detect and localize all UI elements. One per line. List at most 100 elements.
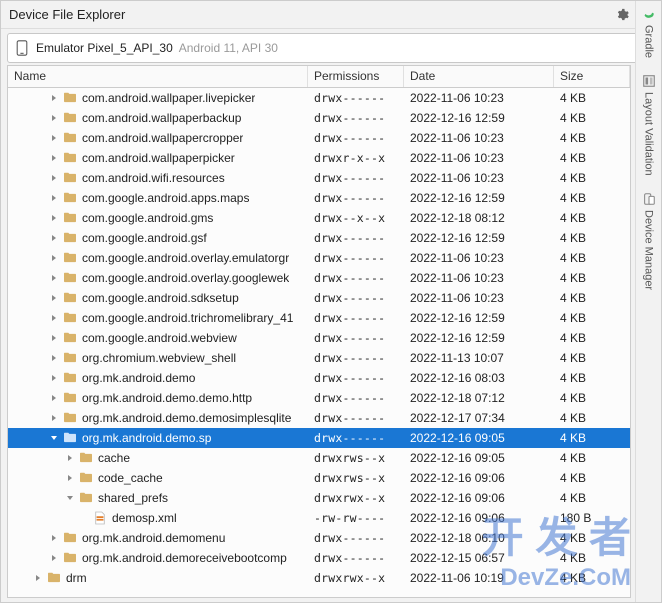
table-row[interactable]: drmdrwxrwx--x2022-11-06 10:194 KB	[8, 568, 630, 588]
device-selector[interactable]: Emulator Pixel_5_API_30 Android 11, API …	[7, 33, 655, 63]
chevron-right-icon[interactable]	[48, 292, 60, 304]
chevron-right-icon[interactable]	[48, 272, 60, 284]
size: 4 KB	[554, 91, 630, 105]
size: 4 KB	[554, 451, 630, 465]
chevron-down-icon[interactable]	[48, 432, 60, 444]
table-row[interactable]: com.google.android.webviewdrwx------2022…	[8, 328, 630, 348]
chevron-down-icon[interactable]	[64, 492, 76, 504]
chevron-right-icon[interactable]	[64, 452, 76, 464]
chevron-right-icon[interactable]	[48, 392, 60, 404]
date: 2022-12-16 12:59	[404, 331, 554, 345]
date: 2022-12-16 09:05	[404, 431, 554, 445]
size: 4 KB	[554, 491, 630, 505]
file-name: org.mk.android.demoreceivebootcomp	[82, 551, 287, 565]
table-row[interactable]: com.android.wallpaper.livepickerdrwx----…	[8, 88, 630, 108]
file-name: com.android.wallpaperbackup	[82, 111, 241, 125]
folder-icon	[62, 291, 78, 305]
col-name[interactable]: Name	[8, 66, 308, 87]
chevron-right-icon[interactable]	[64, 472, 76, 484]
permissions: drwx------	[308, 411, 404, 425]
chevron-right-icon[interactable]	[48, 112, 60, 124]
chevron-right-icon[interactable]	[48, 172, 60, 184]
chevron-right-icon[interactable]	[48, 532, 60, 544]
date: 2022-11-06 10:23	[404, 151, 554, 165]
table-row[interactable]: com.android.wallpaperpickerdrwxr-x--x202…	[8, 148, 630, 168]
table-row[interactable]: org.chromium.webview_shelldrwx------2022…	[8, 348, 630, 368]
folder-icon	[62, 331, 78, 345]
tab-layout-validation[interactable]: Layout Validation	[642, 74, 656, 176]
folder-icon	[62, 551, 78, 565]
file-icon	[94, 511, 108, 525]
permissions: drwx------	[308, 111, 404, 125]
device-sublabel: Android 11, API 30	[179, 41, 278, 55]
table-row[interactable]: shared_prefsdrwxrwx--x2022-12-16 09:064 …	[8, 488, 630, 508]
chevron-right-icon[interactable]	[48, 372, 60, 384]
file-name: com.google.android.trichromelibrary_41	[82, 311, 293, 325]
permissions: drwxrws--x	[308, 451, 404, 465]
folder-icon	[62, 171, 78, 185]
chevron-right-icon[interactable]	[48, 192, 60, 204]
size: 4 KB	[554, 411, 630, 425]
col-date[interactable]: Date	[404, 66, 554, 87]
chevron-right-icon[interactable]	[48, 92, 60, 104]
chevron-right-icon[interactable]	[48, 312, 60, 324]
table-row[interactable]: org.mk.android.demomenudrwx------2022-12…	[8, 528, 630, 548]
table-row[interactable]: org.mk.android.demo.demo.httpdrwx------2…	[8, 388, 630, 408]
date: 2022-12-16 09:06	[404, 471, 554, 485]
chevron-right-icon[interactable]	[48, 232, 60, 244]
folder-icon	[62, 431, 78, 445]
chevron-right-icon[interactable]	[48, 152, 60, 164]
file-name: code_cache	[98, 471, 163, 485]
table-row[interactable]: com.android.wifi.resourcesdrwx------2022…	[8, 168, 630, 188]
folder-icon	[78, 471, 94, 485]
chevron-right-icon[interactable]	[48, 212, 60, 224]
table-row[interactable]: com.google.android.gmsdrwx--x--x2022-12-…	[8, 208, 630, 228]
folder-icon	[62, 211, 78, 225]
table-row[interactable]: cachedrwxrws--x2022-12-16 09:054 KB	[8, 448, 630, 468]
chevron-right-icon[interactable]	[32, 572, 44, 584]
size: 4 KB	[554, 371, 630, 385]
layout-validation-icon	[642, 74, 656, 88]
folder-icon	[62, 131, 78, 145]
table-row[interactable]: org.mk.android.demodrwx------2022-12-16 …	[8, 368, 630, 388]
chevron-right-icon[interactable]	[48, 412, 60, 424]
date: 2022-12-16 09:06	[404, 491, 554, 505]
table-row[interactable]: com.google.android.gsfdrwx------2022-12-…	[8, 228, 630, 248]
table-row[interactable]: org.mk.android.demo.demosimplesqlitedrwx…	[8, 408, 630, 428]
chevron-right-icon[interactable]	[48, 332, 60, 344]
tab-gradle[interactable]: Gradle	[642, 7, 656, 58]
chevron-right-icon[interactable]	[48, 132, 60, 144]
size: 4 KB	[554, 191, 630, 205]
table-row[interactable]: com.google.android.overlay.emulatorgrdrw…	[8, 248, 630, 268]
table-row[interactable]: com.android.wallpapercropperdrwx------20…	[8, 128, 630, 148]
permissions: drwx------	[308, 311, 404, 325]
date: 2022-11-06 10:23	[404, 171, 554, 185]
col-permissions[interactable]: Permissions	[308, 66, 404, 87]
table-row[interactable]: code_cachedrwxrws--x2022-12-16 09:064 KB	[8, 468, 630, 488]
table-row[interactable]: com.google.android.sdksetupdrwx------202…	[8, 288, 630, 308]
size: 4 KB	[554, 571, 630, 585]
chevron-right-icon[interactable]	[48, 252, 60, 264]
gradle-icon	[642, 7, 656, 21]
file-name: com.google.android.gsf	[82, 231, 207, 245]
col-size[interactable]: Size	[554, 66, 630, 87]
permissions: drwx------	[308, 551, 404, 565]
table-row[interactable]: com.google.android.trichromelibrary_41 dr…	[8, 308, 630, 328]
table-row[interactable]: com.android.wallpaperbackupdrwx------202…	[8, 108, 630, 128]
tab-device-manager[interactable]: Device Manager	[642, 192, 656, 290]
size: 4 KB	[554, 531, 630, 545]
table-row[interactable]: org.mk.android.demo.spdrwx------2022-12-…	[8, 428, 630, 448]
permissions: drwx------	[308, 291, 404, 305]
table-row[interactable]: com.google.android.overlay.googlewekdrwx…	[8, 268, 630, 288]
table-row[interactable]: demosp.xml-rw-rw----2022-12-16 09:06180 …	[8, 508, 630, 528]
file-table: Name Permissions Date Size com.android.w…	[7, 65, 631, 598]
size: 4 KB	[554, 171, 630, 185]
chevron-right-icon[interactable]	[48, 552, 60, 564]
date: 2022-11-06 10:23	[404, 131, 554, 145]
size: 4 KB	[554, 551, 630, 565]
permissions: drwx------	[308, 251, 404, 265]
table-row[interactable]: org.mk.android.demoreceivebootcomp drwx--…	[8, 548, 630, 568]
table-row[interactable]: com.google.android.apps.mapsdrwx------20…	[8, 188, 630, 208]
chevron-right-icon[interactable]	[48, 352, 60, 364]
gear-icon[interactable]	[615, 8, 629, 22]
